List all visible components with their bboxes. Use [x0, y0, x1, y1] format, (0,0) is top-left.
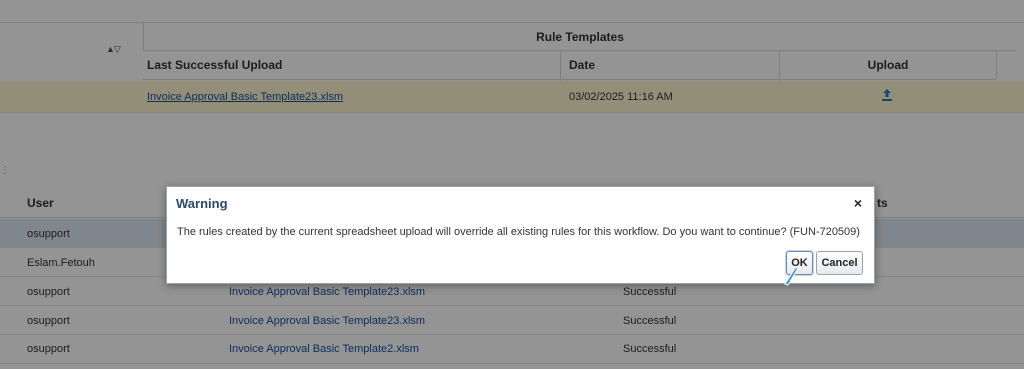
dialog-title: Warning [176, 196, 228, 211]
cancel-button[interactable]: Cancel [816, 251, 863, 275]
pointer-cursor-icon [783, 266, 799, 291]
modal-overlay [0, 0, 1024, 369]
warning-dialog: Warning × The rules created by the curre… [166, 186, 875, 284]
dialog-message: The rules created by the current spreads… [177, 226, 860, 238]
close-icon[interactable]: × [854, 195, 862, 211]
